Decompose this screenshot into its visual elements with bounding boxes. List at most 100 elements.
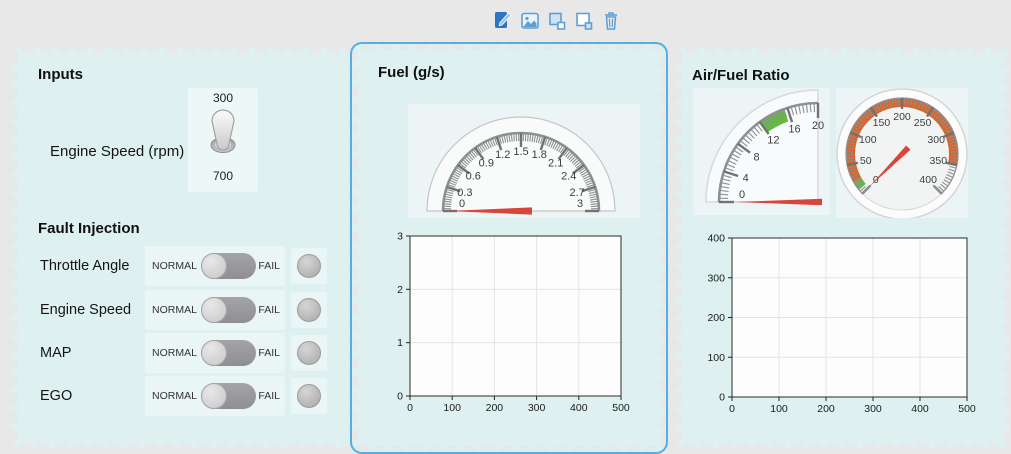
svg-text:20: 20 [812, 120, 824, 132]
simulink-dashboard: Inputs Engine Speed (rpm) 300 700 Fault … [0, 0, 1011, 454]
panel-toolbar [492, 8, 622, 34]
svg-text:400: 400 [919, 174, 937, 186]
svg-text:1: 1 [397, 337, 403, 349]
svg-text:4: 4 [743, 173, 749, 185]
air-fuel-quarter-gauge: 0 48 12 16 20 [705, 89, 824, 206]
map-switch[interactable]: NORMAL FAIL [145, 333, 285, 373]
svg-text:0: 0 [407, 402, 413, 414]
svg-text:0: 0 [739, 189, 745, 201]
lamp-card [291, 335, 327, 371]
svg-text:0: 0 [719, 392, 725, 404]
switch-off-label: NORMAL [152, 390, 197, 402]
fuel-panel[interactable]: Fuel (g/s) 0 0.3 0.6 0.9 1.2 1.5 1.8 2.1 2.4 2.7 3… [352, 44, 666, 452]
rocker-top-value: 300 [212, 91, 234, 105]
switch-off-label: NORMAL [152, 304, 197, 316]
switch-on-label: FAIL [258, 347, 280, 359]
svg-text:0.9: 0.9 [479, 157, 494, 169]
svg-text:100: 100 [443, 402, 461, 414]
toggle-knob [201, 297, 227, 323]
svg-text:100: 100 [859, 134, 877, 146]
svg-text:0.3: 0.3 [457, 187, 472, 199]
fuel-title: Fuel (g/s) [378, 64, 445, 82]
svg-text:3: 3 [577, 198, 583, 210]
svg-text:400: 400 [570, 402, 588, 414]
svg-text:100: 100 [770, 403, 788, 415]
svg-text:250: 250 [914, 117, 932, 129]
lamp-card [291, 378, 327, 414]
fuel-gauge-card: 0 0.3 0.6 0.9 1.2 1.5 1.8 2.1 2.4 2.7 3 [408, 104, 640, 218]
svg-text:100: 100 [707, 352, 725, 364]
rocker-bottom-value: 700 [212, 169, 234, 183]
svg-text:400: 400 [707, 233, 725, 245]
svg-text:300: 300 [707, 272, 725, 284]
svg-text:300: 300 [528, 402, 546, 414]
map-lamp [297, 341, 321, 365]
rocker-lever [210, 109, 236, 153]
toggle-switch[interactable] [201, 383, 256, 409]
air-fuel-plot: 0 100 200 300 400 500 0 100 200 300 400 [707, 233, 976, 416]
fault-row-label: EGO [40, 388, 73, 404]
svg-text:350: 350 [930, 155, 948, 167]
svg-text:0: 0 [397, 391, 403, 403]
image-icon [521, 12, 539, 29]
throttle-angle-switch[interactable]: NORMAL FAIL [145, 246, 285, 286]
engine-speed-lamp [297, 298, 321, 322]
switch-on-label: FAIL [258, 304, 280, 316]
edit-panel-button[interactable] [492, 8, 514, 34]
background-image-button[interactable] [519, 8, 541, 34]
switch-off-label: NORMAL [152, 260, 197, 272]
svg-text:0.6: 0.6 [466, 170, 481, 182]
svg-text:12: 12 [767, 135, 779, 147]
fault-row-label: Throttle Angle [40, 258, 130, 274]
fault-row-label: MAP [40, 345, 72, 361]
ego-lamp [297, 384, 321, 408]
toggle-switch[interactable] [201, 253, 256, 279]
toggle-switch[interactable] [201, 340, 256, 366]
svg-text:50: 50 [860, 155, 872, 167]
toggle-switch[interactable] [201, 297, 256, 323]
switch-on-label: FAIL [258, 260, 280, 272]
ego-switch[interactable]: NORMAL FAIL [145, 376, 285, 416]
delete-panel-button[interactable] [600, 8, 622, 34]
svg-text:150: 150 [873, 117, 891, 129]
svg-text:2.4: 2.4 [561, 170, 576, 182]
svg-text:1.8: 1.8 [532, 149, 547, 161]
engine-speed-fault-switch[interactable]: NORMAL FAIL [145, 290, 285, 330]
air-fuel-ratio-panel[interactable]: Air/Fuel Ratio 048121620 050100150200250… [676, 47, 1010, 449]
toggle-knob [201, 253, 227, 279]
inputs-panel[interactable]: Inputs Engine Speed (rpm) 300 700 Fault … [12, 47, 354, 449]
svg-text:8: 8 [753, 151, 759, 163]
svg-text:1.5: 1.5 [513, 146, 528, 158]
svg-text:0: 0 [729, 403, 735, 415]
fault-row-label: Engine Speed [40, 302, 132, 318]
bring-to-front-button[interactable] [573, 8, 595, 34]
toggle-knob [201, 340, 227, 366]
svg-text:2: 2 [397, 284, 403, 296]
svg-text:500: 500 [612, 402, 630, 414]
engine-speed-rocker-switch[interactable]: 300 700 [188, 88, 258, 192]
air-fuel-ratio-title: Air/Fuel Ratio [692, 67, 790, 85]
svg-text:300: 300 [927, 134, 945, 146]
svg-text:1.2: 1.2 [495, 149, 510, 161]
edit-icon [495, 12, 512, 28]
inputs-title: Inputs [38, 66, 83, 84]
fuel-plot: 0 100 200 300 400 500 0 1 2 3 [397, 231, 630, 415]
svg-text:500: 500 [958, 403, 976, 415]
lamp-card [291, 248, 327, 284]
switch-off-label: NORMAL [152, 347, 197, 359]
throttle-angle-lamp [297, 254, 321, 278]
fuel-gauge: 00.3 0.60.91.2 1.5 1.82.12.4 2.73 [426, 116, 616, 215]
bring-to-front-icon [576, 12, 593, 30]
svg-text:200: 200 [486, 402, 504, 414]
svg-text:200: 200 [893, 111, 911, 123]
trash-icon [605, 12, 617, 30]
svg-text:16: 16 [788, 124, 800, 136]
svg-text:200: 200 [817, 403, 835, 415]
send-to-back-button[interactable] [546, 8, 568, 34]
svg-text:300: 300 [864, 403, 882, 415]
svg-text:2.7: 2.7 [569, 187, 584, 199]
svg-text:400: 400 [911, 403, 929, 415]
fault-injection-title: Fault Injection [38, 220, 140, 238]
engine-speed-switch-label: Engine Speed (rpm) [50, 143, 185, 160]
svg-text:0: 0 [459, 198, 465, 210]
